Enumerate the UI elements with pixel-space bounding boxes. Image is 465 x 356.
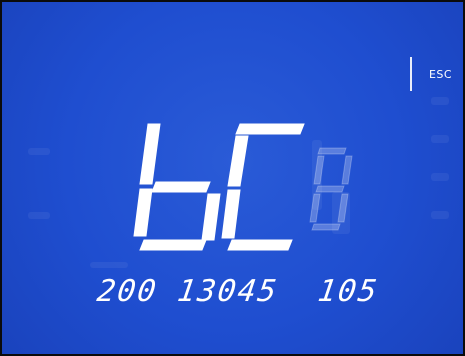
lcd-screen: ESC 200 13045 105 bbox=[0, 0, 465, 356]
secondary-left-upper bbox=[313, 155, 325, 185]
main-code-display bbox=[133, 123, 353, 251]
b-middle bbox=[151, 181, 211, 193]
secondary-middle bbox=[315, 185, 345, 193]
ghost-segment-1 bbox=[28, 148, 50, 155]
ghost-dot-c bbox=[431, 173, 449, 181]
secondary-left-lower bbox=[309, 193, 321, 223]
segment-b bbox=[133, 123, 221, 251]
secondary-right-upper bbox=[341, 155, 353, 185]
esc-label: ESC bbox=[428, 67, 453, 81]
b-vertical-left bbox=[139, 123, 161, 185]
bottom-line: 200 13045 105 bbox=[94, 274, 381, 309]
C-left-lower bbox=[221, 189, 241, 239]
esc-button[interactable]: ESC bbox=[410, 57, 463, 91]
secondary-top bbox=[317, 147, 347, 155]
secondary-right-lower bbox=[337, 193, 349, 223]
C-bottom bbox=[227, 239, 293, 251]
secondary-bottom bbox=[311, 223, 341, 231]
ghost-segment-2 bbox=[28, 212, 50, 219]
b-vertical-left-lower bbox=[133, 188, 153, 237]
C-left-upper bbox=[227, 135, 249, 187]
C-top bbox=[235, 123, 305, 135]
secondary-digit bbox=[309, 147, 353, 231]
ghost-dot-d bbox=[431, 211, 449, 219]
segment-C bbox=[221, 123, 305, 251]
ghost-dot-b bbox=[431, 135, 449, 143]
b-bottom bbox=[139, 239, 207, 251]
ghost-dot-a bbox=[431, 97, 449, 105]
ghost-segment-3 bbox=[90, 262, 128, 268]
b-bottom-right bbox=[201, 193, 221, 241]
